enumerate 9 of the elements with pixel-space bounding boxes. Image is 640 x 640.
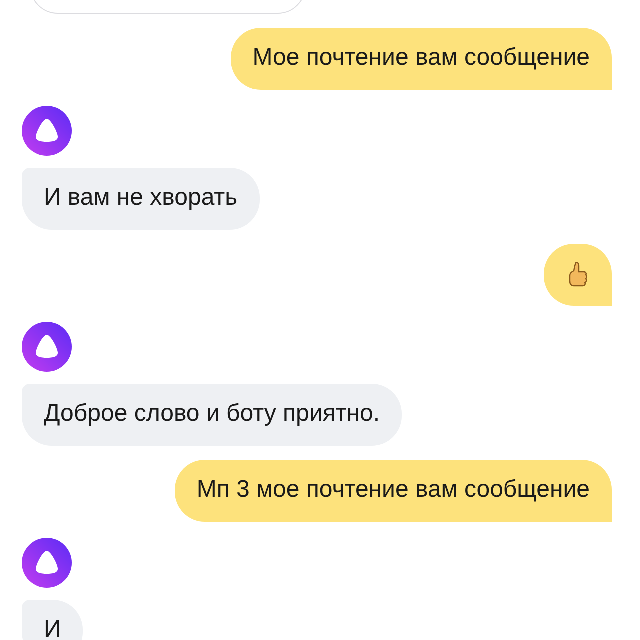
message-bubble: Мое почтение вам сообщение <box>230 28 612 90</box>
thumbs-up-icon <box>567 261 589 289</box>
message-bubble: И вам не хворать <box>22 168 260 230</box>
assistant-avatar-icon <box>22 538 72 588</box>
message-bubble: Доброе слово и боту приятно. <box>22 384 402 446</box>
assistant-avatar-icon <box>22 106 72 156</box>
assistant-avatar-icon <box>22 322 72 372</box>
message-bubble: Мп 3 мое почтение вам сообщение <box>174 460 612 522</box>
message-bubble: И <box>22 600 84 640</box>
